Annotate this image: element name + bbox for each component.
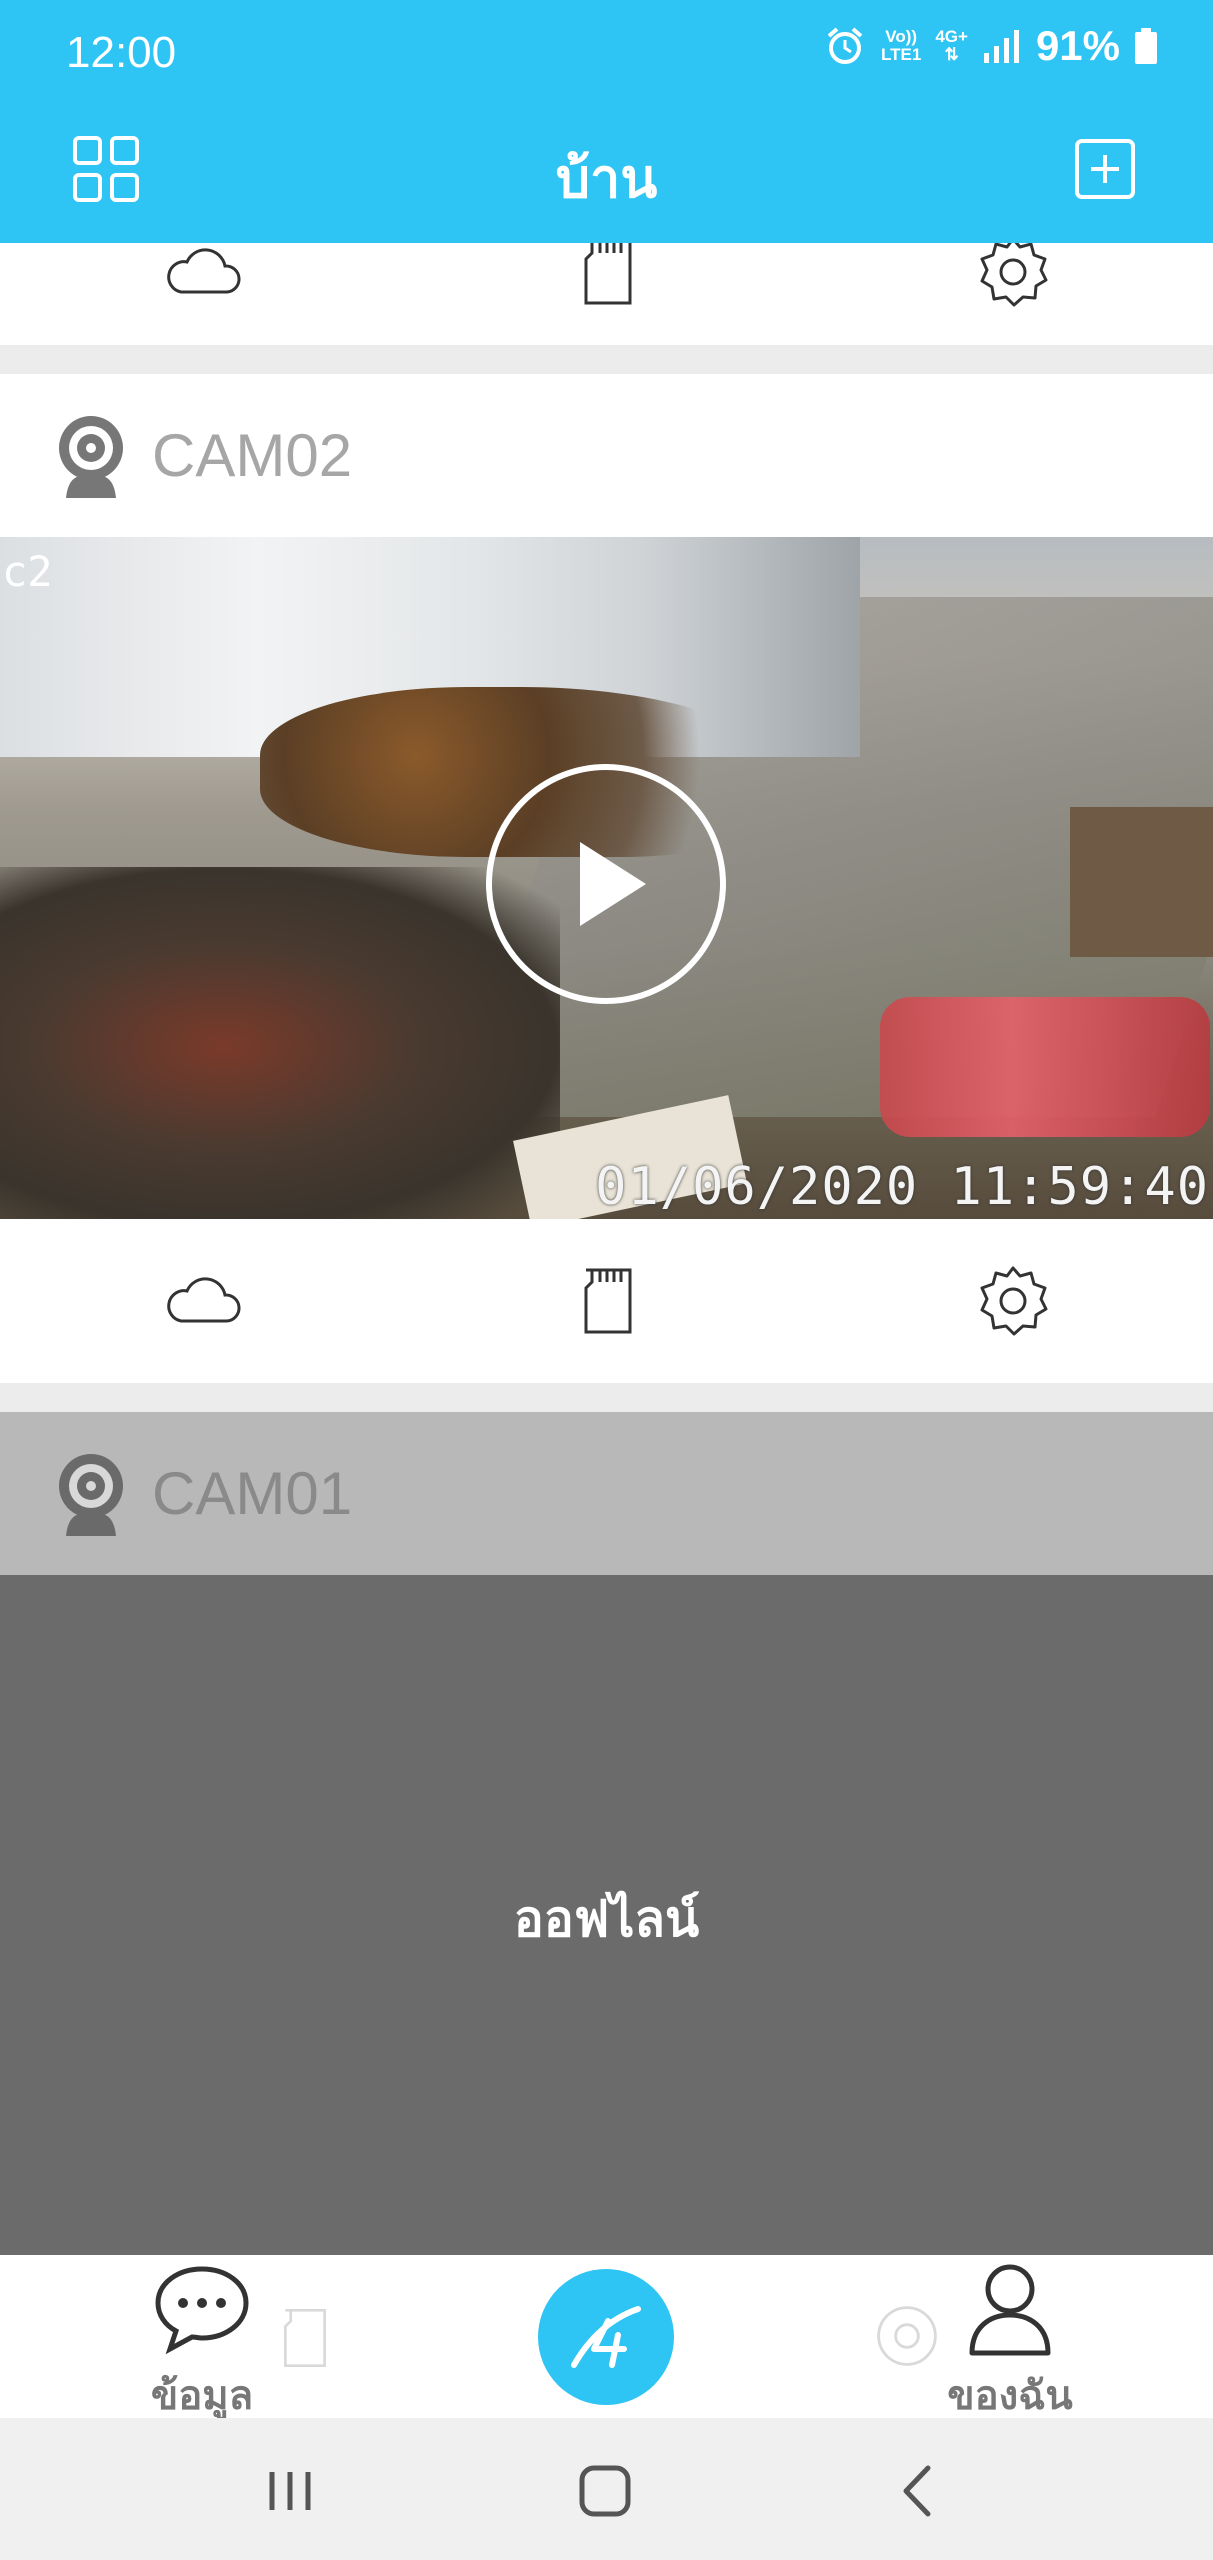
network-indicator: 4G+ ⇅ <box>935 28 968 64</box>
card-actions <box>0 1219 1213 1383</box>
app-logo-icon <box>571 2306 641 2368</box>
camera-preview-offline[interactable]: ออฟไลน์ <box>0 1575 1213 2255</box>
home-icon[interactable] <box>570 2456 640 2526</box>
network-text: 4G+ <box>935 27 968 46</box>
webcam-icon <box>59 415 123 498</box>
lte-text: LTE1 <box>881 45 922 64</box>
app-logo-button[interactable] <box>538 2269 674 2405</box>
app-screen: 12:00 Vo)) LTE1 4G+ ⇅ 91% บ้าน CAM02 c2 … <box>0 0 1213 2560</box>
nav-info[interactable]: ข้อมูล <box>102 2255 302 2419</box>
system-nav-bar <box>0 2418 1213 2560</box>
camera-card: CAM02 c2 01/06/2020 11:59:40 <box>0 374 1213 1383</box>
status-icons: Vo)) LTE1 4G+ ⇅ 91% <box>823 22 1158 70</box>
add-square-icon[interactable] <box>1074 138 1136 200</box>
camera-preview[interactable]: c2 01/06/2020 11:59:40 <box>0 537 1213 1219</box>
recent-apps-icon[interactable] <box>255 2456 325 2526</box>
offline-status: ออฟไลน์ <box>513 1890 700 1948</box>
volte-text: Vo)) <box>885 27 918 46</box>
cloud-icon[interactable] <box>158 243 248 317</box>
alarm-icon <box>827 27 863 64</box>
page-title: บ้าน <box>555 147 658 210</box>
bottom-nav: ข้อมูล ของฉัน <box>0 2255 1213 2419</box>
app-header: บ้าน <box>0 95 1213 243</box>
battery-percent: 91% <box>1035 22 1120 69</box>
camera-name: CAM01 <box>152 1460 353 1527</box>
camera-card-previous <box>0 243 1213 345</box>
status-time: 12:00 <box>66 28 177 77</box>
battery-icon <box>1135 28 1157 64</box>
settings-icon[interactable] <box>968 243 1058 317</box>
status-bar: 12:00 Vo)) LTE1 4G+ ⇅ 91% <box>0 0 1213 95</box>
preview-pallet <box>1070 807 1213 957</box>
camera-card-offline: CAM01 <box>0 1412 1213 1575</box>
settings-icon[interactable] <box>968 1256 1058 1346</box>
back-icon[interactable] <box>884 2456 954 2526</box>
camera-header[interactable]: CAM01 <box>0 1412 1213 1575</box>
nav-mine[interactable]: ของฉัน <box>910 2255 1110 2419</box>
preview-timestamp: 01/06/2020 11:59:40 <box>595 1157 1209 1217</box>
user-icon <box>969 2264 1051 2356</box>
volte-indicator: Vo)) LTE1 <box>881 28 921 64</box>
preview-debris <box>0 867 560 1219</box>
card-actions <box>0 243 1213 323</box>
signal-icon <box>983 30 1019 63</box>
data-arrows-icon: ⇅ <box>944 45 959 64</box>
cloud-icon[interactable] <box>158 1256 248 1346</box>
camera-list[interactable]: CAM02 c2 01/06/2020 11:59:40 CAM01 ออฟไล… <box>0 243 1213 2255</box>
sd-card-icon[interactable] <box>563 243 653 317</box>
chat-bubble-icon <box>155 2266 249 2355</box>
camera-name: CAM02 <box>152 422 353 489</box>
preview-camera-tag: c2 <box>2 547 53 596</box>
play-circle-icon[interactable] <box>484 762 728 1006</box>
webcam-icon <box>59 1453 123 1536</box>
preview-debris <box>880 997 1210 1137</box>
camera-header[interactable]: CAM02 <box>0 374 1213 537</box>
sd-card-icon[interactable] <box>563 1256 653 1346</box>
